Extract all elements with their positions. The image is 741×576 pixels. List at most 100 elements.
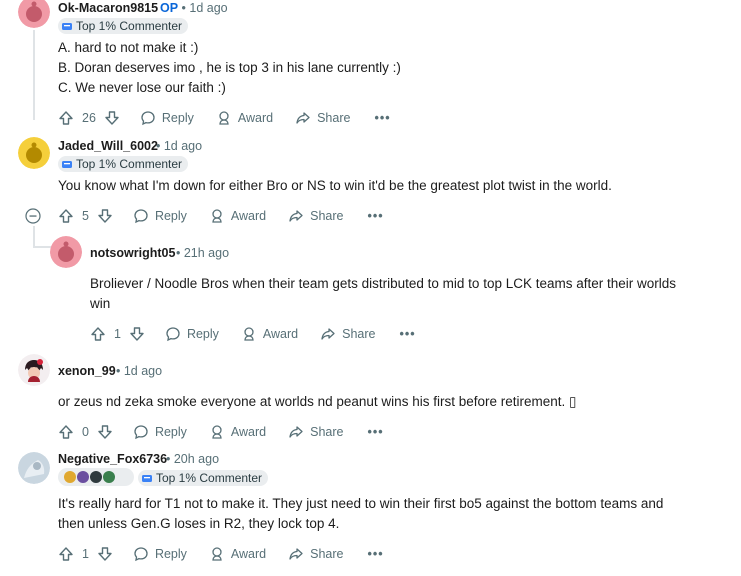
vote-group: 1 [90,326,145,342]
award-label: Award [230,209,267,223]
reply-label: Reply [186,327,219,341]
comment-actions: 1 Reply Award Share ••• [58,542,384,566]
reply-button[interactable]: Reply [133,546,187,562]
timestamp: • 1d ago [181,1,228,15]
comment-actions: 0 Reply Award Share ••• [58,420,384,444]
vote-group: 1 [58,546,113,562]
reply-button[interactable]: Reply [133,208,187,224]
comment-body-line: A. hard to not make it :) [58,40,199,55]
reply-button[interactable]: Reply [133,424,187,440]
flair-icon [62,22,72,30]
award-icon [212,425,222,439]
share-label: Share [317,111,351,125]
share-label: Share [310,425,344,439]
vote-count: 5 [82,209,89,223]
user-flair: Top 1% Commenter [58,18,189,34]
reply-icon [166,327,180,342]
reply-icon [134,547,148,562]
reply-button[interactable]: Reply [140,110,194,126]
more-options-button[interactable]: ••• [368,425,384,439]
avatar[interactable] [18,354,50,386]
comment-body-line: win [90,296,111,311]
share-label: Share [342,327,376,341]
thread-connector [33,246,51,248]
downvote-icon[interactable] [129,326,145,342]
flair-label: Top 1% Commenter [156,471,263,485]
upvote-icon[interactable] [58,546,74,562]
reply-icon [134,425,148,440]
upvote-icon[interactable] [90,326,106,342]
vote-group: 0 [58,424,113,440]
award-icon [212,547,222,561]
downvote-icon[interactable] [97,424,113,440]
award-button[interactable]: Award [216,110,273,126]
vote-count: 26 [82,111,96,125]
award-button[interactable]: Award [209,208,266,224]
comment-body-line: You know what I'm down for either Bro or… [58,178,612,193]
reply-icon [134,209,148,224]
award-label: Award [230,547,267,561]
flair-label: Top 1% Commenter [76,19,183,33]
comment-actions: 5 Reply Award Share ••• [58,204,384,228]
reply-button[interactable]: Reply [165,326,219,342]
comment-body-line: B. Doran deserves imo , he is top 3 in h… [58,60,401,75]
upvote-icon[interactable] [58,110,74,126]
user-achievement-badges[interactable] [58,468,134,486]
share-button[interactable]: Share [320,326,376,342]
more-options-button[interactable]: ••• [368,209,384,223]
avatar[interactable] [18,452,50,484]
award-label: Award [230,425,267,439]
username[interactable]: notsowright05 [90,246,175,260]
award-button[interactable]: Award [209,424,266,440]
thread-line[interactable] [33,226,35,248]
vote-group: 5 [58,208,113,224]
vote-group: 26 [58,110,120,126]
collapse-thread-icon[interactable] [25,208,41,224]
reply-label: Reply [154,209,187,223]
more-options-button[interactable]: ••• [400,327,416,341]
vote-count: 1 [114,327,121,341]
comment-body-line: then unless Gen.G loses in R2, they lock… [58,516,340,531]
flair-icon [142,474,152,482]
more-options-button[interactable]: ••• [374,111,390,125]
timestamp: • 1d ago [116,364,163,378]
avatar[interactable] [18,137,50,169]
comment-body-line: It's really hard for T1 not to make it. … [58,496,664,511]
award-icon [219,111,229,125]
timestamp: • 20h ago [166,452,220,466]
timestamp: • 1d ago [156,139,203,153]
username[interactable]: Jaded_Will_6002 [58,139,158,153]
downvote-icon[interactable] [97,546,113,562]
flair-icon [62,160,72,168]
vote-count: 1 [82,547,89,561]
award-button[interactable]: Award [209,546,266,562]
award-button[interactable]: Award [241,326,298,342]
award-icon [212,209,222,223]
share-label: Share [310,547,344,561]
upvote-icon[interactable] [58,424,74,440]
award-icon [244,327,254,341]
reply-label: Reply [154,425,187,439]
share-button[interactable]: Share [288,546,344,562]
thread-line[interactable] [33,30,35,120]
downvote-icon[interactable] [97,208,113,224]
avatar[interactable] [50,236,82,268]
upvote-icon[interactable] [58,208,74,224]
flair-label: Top 1% Commenter [76,157,183,171]
share-button[interactable]: Share [295,110,350,126]
share-button[interactable]: Share [288,424,344,440]
op-badge: OP [160,1,179,15]
share-label: Share [310,209,344,223]
comment-body-line: or zeus nd zeka smoke everyone at worlds… [58,394,577,409]
username[interactable]: xenon_99 [58,364,116,378]
username[interactable]: Negative_Fox6736 [58,452,167,466]
username[interactable]: Ok-Macaron9815 [58,1,158,15]
reply-label: Reply [154,547,187,561]
comment-body-line: C. We never lose our faith :) [58,80,226,95]
downvote-icon[interactable] [104,110,120,126]
more-options-button[interactable]: ••• [368,547,384,561]
comment-actions: 26 Reply Award Share ••• [58,106,391,130]
reply-icon [141,111,155,126]
share-button[interactable]: Share [288,208,344,224]
avatar[interactable] [18,0,50,28]
